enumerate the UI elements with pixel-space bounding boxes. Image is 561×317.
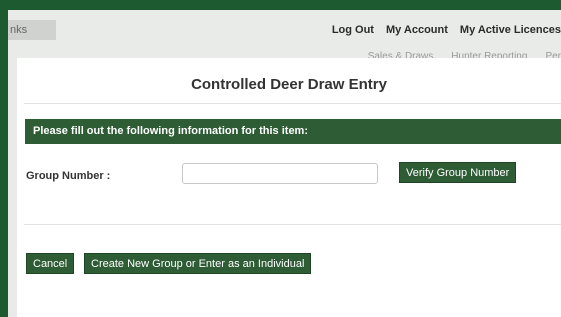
draw-entry-modal: Controlled Deer Draw Entry Please fill o… (17, 58, 561, 317)
divider (24, 224, 561, 225)
links-tab[interactable]: nks (8, 20, 56, 40)
modal-title: Controlled Deer Draw Entry (191, 76, 387, 93)
verify-group-number-button[interactable]: Verify Group Number (399, 162, 517, 183)
log-out-link[interactable]: Log Out (332, 24, 374, 40)
top-nav: Log Out My Account My Active Licences (332, 24, 561, 40)
my-active-licences-link[interactable]: My Active Licences (460, 24, 561, 40)
divider (24, 103, 561, 104)
create-new-group-button[interactable]: Create New Group or Enter as an Individu… (84, 253, 312, 274)
info-banner: Please fill out the following informatio… (25, 119, 561, 144)
group-number-input[interactable] (182, 163, 378, 184)
my-account-link[interactable]: My Account (386, 24, 448, 40)
group-number-label: Group Number : (26, 170, 111, 182)
cancel-button[interactable]: Cancel (26, 253, 75, 274)
